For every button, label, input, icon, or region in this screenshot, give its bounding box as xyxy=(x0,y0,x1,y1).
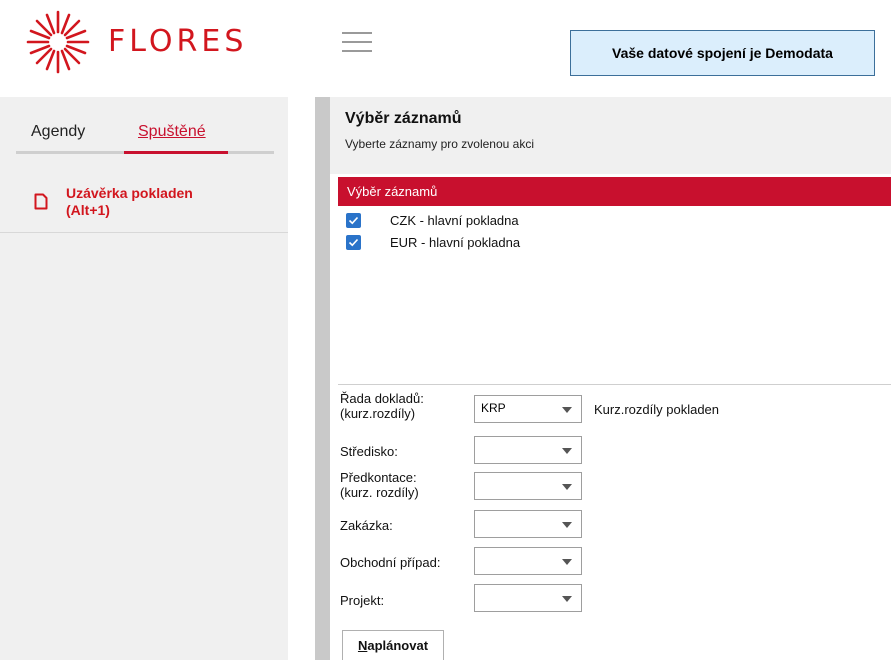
chevron-down-icon xyxy=(562,448,572,454)
naplanovat-hotkey: N xyxy=(357,638,368,653)
checkbox-checked-icon[interactable] xyxy=(346,235,361,250)
flores-logo-icon xyxy=(26,10,90,74)
rada-dokladu-value: KRP xyxy=(481,401,506,415)
rada-dokladu-select[interactable]: KRP xyxy=(474,395,582,423)
chevron-down-icon xyxy=(562,596,572,602)
rada-dokladu-label: Řada dokladů: (kurz.rozdíly) xyxy=(340,391,424,421)
stredisko-label: Středisko: xyxy=(340,444,398,459)
obchodni-pripad-select[interactable] xyxy=(474,547,582,575)
list-item-label: CZK - hlavní pokladna xyxy=(390,213,519,228)
stredisko-select[interactable] xyxy=(474,436,582,464)
projekt-label: Projekt: xyxy=(340,593,385,608)
rada-dokladu-description: Kurz.rozdíly pokladen xyxy=(594,402,720,417)
page-subtitle: Vyberte záznamy pro zvolenou akci xyxy=(345,137,534,151)
predkontace-select[interactable] xyxy=(474,472,582,500)
checkbox-checked-icon[interactable] xyxy=(346,213,361,228)
connection-info-box: Vaše datové spojení je Demodata xyxy=(570,30,875,76)
panel-splitter[interactable] xyxy=(315,97,330,660)
chevron-down-icon xyxy=(562,407,572,413)
tab-agendy[interactable]: Agendy xyxy=(31,123,85,141)
naplanovat-label: aplánovat xyxy=(367,638,429,653)
list-item[interactable]: CZK - hlavní pokladna xyxy=(338,210,891,232)
list-item-label: EUR - hlavní pokladna xyxy=(390,235,521,250)
chevron-down-icon xyxy=(562,559,572,565)
main-header: Výběr záznamů Vyberte záznamy pro zvolen… xyxy=(330,97,891,174)
tab-spustene[interactable]: Spuštěné xyxy=(138,123,206,141)
naplanovat-button[interactable]: Naplánovat xyxy=(342,630,444,660)
document-icon xyxy=(34,193,48,210)
chevron-down-icon xyxy=(562,522,572,528)
zakazka-label: Zakázka: xyxy=(340,518,393,533)
main-panel: Výběr záznamů Vyberte záznamy pro zvolen… xyxy=(330,97,891,660)
active-tab-indicator xyxy=(124,151,228,154)
records-grid: Výběr záznamů CZK - hlavní pokladna EUR … xyxy=(338,177,891,385)
chevron-down-icon xyxy=(562,484,572,490)
predkontace-label: Předkontace: (kurz. rozdíly) xyxy=(340,470,419,500)
sidebar-tabs: Agendy Spuštěné xyxy=(16,117,274,154)
projekt-select[interactable] xyxy=(474,584,582,612)
app-header: FLORES Vaše datové spojení je Demodata xyxy=(0,0,891,97)
sidebar: Agendy Spuštěné Uzávěrka pokladen (Alt+1… xyxy=(0,97,288,660)
zakazka-select[interactable] xyxy=(474,510,582,538)
sidebar-item-uzaverka-pokladen[interactable]: Uzávěrka pokladen (Alt+1) xyxy=(0,169,288,233)
obchodni-pripad-label: Obchodní případ: xyxy=(340,555,441,570)
page-title: Výběr záznamů xyxy=(345,110,462,127)
panel-gutter xyxy=(288,97,315,660)
connection-info-text: Vaše datové spojení je Demodata xyxy=(612,45,833,61)
brand-name: FLORES xyxy=(108,24,248,59)
sidebar-item-label: Uzávěrka pokladen (Alt+1) xyxy=(66,185,193,218)
list-item[interactable]: EUR - hlavní pokladna xyxy=(338,232,891,254)
grid-header: Výběr záznamů xyxy=(338,177,891,206)
hamburger-menu-icon[interactable] xyxy=(342,32,372,56)
